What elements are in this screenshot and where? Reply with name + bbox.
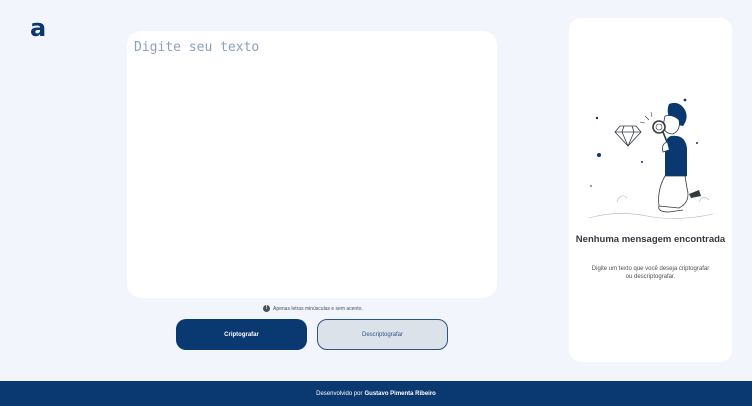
footer: Desenvolvido por Gustavo Pimenta Ribeiro — [0, 381, 752, 406]
footer-prefix: Desenvolvido por — [316, 390, 363, 397]
input-hint: ! Apenas letras minúsculas e sem acento. — [263, 305, 363, 312]
boy-with-magnifier-illustration — [588, 98, 714, 219]
empty-state-description: Digite um texto que você deseja criptogr… — [591, 266, 710, 280]
message-input[interactable] — [134, 40, 490, 289]
hint-text: Apenas letras minúsculas e sem acento. — [273, 305, 363, 312]
decrypt-button[interactable]: Descriptografar — [317, 319, 448, 350]
footer-author: Gustavo Pimenta Ribeiro — [364, 390, 436, 397]
empty-state-title: Nenhuma mensagem encontrada — [575, 234, 726, 245]
text-input-panel — [127, 31, 497, 298]
info-icon: ! — [263, 305, 270, 312]
logo: a — [30, 14, 47, 42]
encrypt-button[interactable]: Criptografar — [176, 319, 307, 350]
output-panel: Nenhuma mensagem encontrada Digite um te… — [569, 18, 732, 362]
app-page: a ! Apenas letras minúsculas e sem acent… — [0, 0, 752, 406]
